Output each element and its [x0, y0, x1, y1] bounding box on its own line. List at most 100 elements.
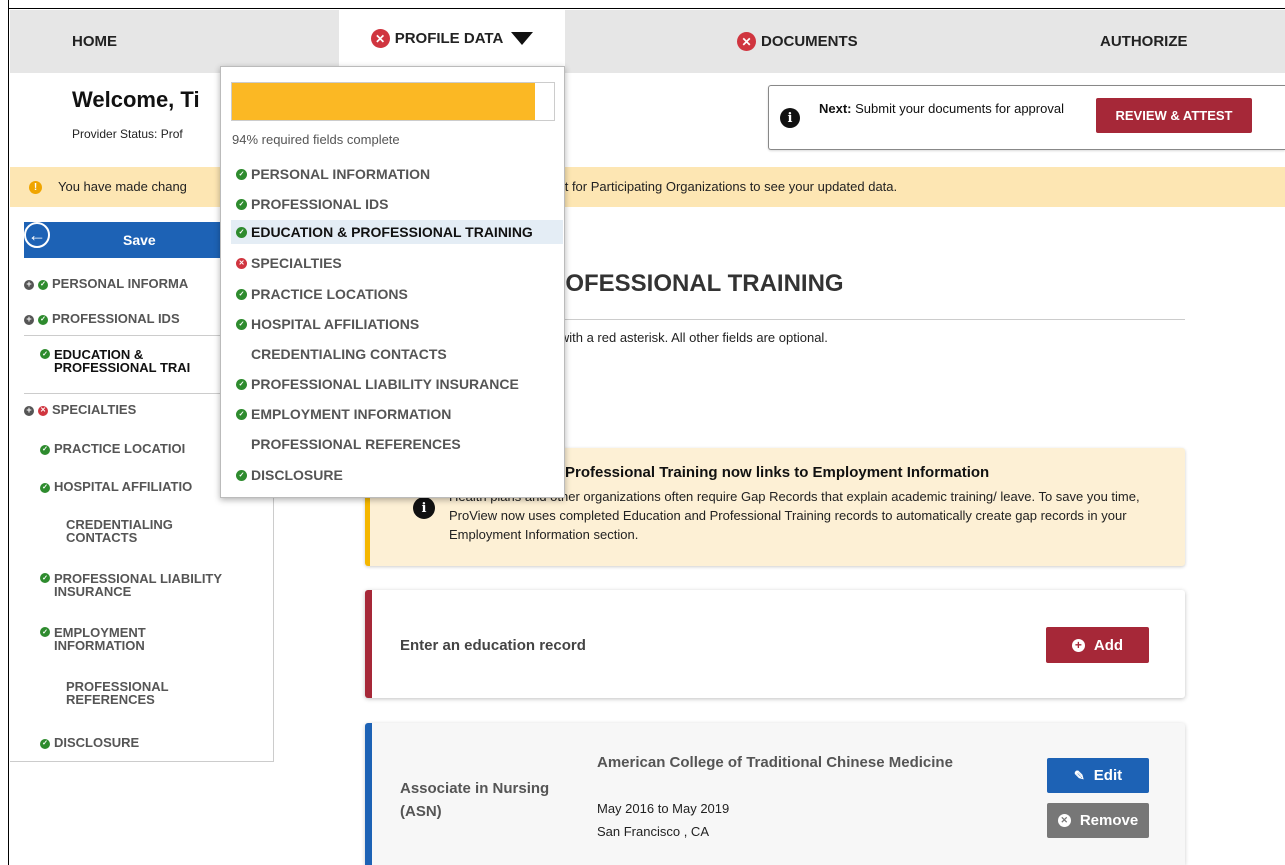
- page-title: ROFESSIONAL TRAINING: [548, 270, 844, 297]
- save-label: Save: [123, 232, 156, 248]
- nav-authorize[interactable]: AUTHORIZE: [1100, 10, 1188, 73]
- check-icon: ✓: [40, 738, 50, 749]
- remove-button[interactable]: ✕ Remove: [1047, 803, 1149, 838]
- add-button[interactable]: + Add: [1046, 627, 1149, 663]
- check-icon: ✓: [40, 573, 50, 583]
- menu-item-disclosure[interactable]: ✓ DISCLOSURE: [231, 463, 563, 487]
- record-dates: May 2016 to May 2019: [597, 801, 730, 816]
- add-button-label: Add: [1093, 636, 1124, 654]
- check-icon: ✓: [236, 318, 247, 330]
- check-icon: ✓: [236, 226, 247, 238]
- warning-text-left: You have made chang: [58, 179, 187, 194]
- progress-text: 94% required fields complete: [232, 132, 400, 147]
- menu-item-label: HOSPITAL AFFILIATIONS: [251, 316, 420, 332]
- sidebar-item-label: PROFESSIONAL LIABILITY INSURANCE: [54, 571, 222, 599]
- progress-bar: [231, 82, 555, 121]
- next-step-text: Next: Submit your documents for approval: [819, 100, 1089, 117]
- check-icon: ✓: [40, 482, 50, 493]
- check-icon: ✓: [38, 314, 48, 325]
- menu-item-label: SPECIALTIES: [251, 255, 342, 271]
- nav-documents-label: DOCUMENTS: [761, 33, 858, 50]
- sidebar-item-credentialing-contacts[interactable]: CREDENTIALING CONTACTS: [24, 518, 274, 544]
- expand-icon[interactable]: +: [24, 405, 34, 416]
- error-icon: ✕: [370, 29, 390, 48]
- sidebar-item-label: PROFESSIONAL IDS: [52, 311, 180, 326]
- back-arrow-icon[interactable]: ←: [24, 222, 50, 248]
- check-icon: ✓: [236, 378, 247, 390]
- menu-item-label: PROFESSIONAL IDS: [251, 196, 389, 212]
- nav-profile-data[interactable]: ✕ PROFILE DATA: [339, 10, 565, 67]
- menu-item-label: PERSONAL INFORMATION: [251, 166, 431, 182]
- menu-item-liability-insurance[interactable]: ✓ PROFESSIONAL LIABILITY INSURANCE: [231, 372, 563, 396]
- menu-item-label: EMPLOYMENT INFORMATION: [251, 406, 452, 422]
- menu-item-personal-information[interactable]: ✓ PERSONAL INFORMATION: [231, 162, 563, 186]
- review-attest-button[interactable]: REVIEW & ATTEST: [1096, 98, 1252, 133]
- menu-item-credentialing-contacts[interactable]: CREDENTIALING CONTACTS: [231, 342, 563, 366]
- edit-button-label: Edit: [1093, 767, 1123, 784]
- menu-item-label: PROFESSIONAL REFERENCES: [251, 436, 461, 452]
- nav-home[interactable]: HOME: [72, 10, 117, 73]
- error-icon: ✕: [38, 405, 48, 416]
- menu-item-employment-information[interactable]: ✓ EMPLOYMENT INFORMATION: [231, 402, 563, 426]
- top-nav: HOME ✕ PROFILE DATA ✕ DOCUMENTS AUTHORIZ…: [10, 10, 1285, 73]
- next-label: Next:: [819, 101, 852, 116]
- window-frame-top: [0, 0, 1285, 9]
- check-icon: ✓: [40, 627, 50, 637]
- plus-icon: +: [1071, 638, 1085, 652]
- sidebar-item-label: PROFESSIONAL REFERENCES: [66, 679, 169, 707]
- warning-banner: ! You have made chang u must attest for P…: [10, 167, 1285, 207]
- menu-item-hospital-affiliations[interactable]: ✓ HOSPITAL AFFILIATIONS: [231, 312, 563, 336]
- progress-bar-fill: [232, 83, 535, 120]
- provider-status: Provider Status: Prof: [72, 127, 183, 141]
- sidebar-item-employment-information[interactable]: ✓ EMPLOYMENT INFORMATION: [24, 626, 274, 652]
- pencil-icon: ✎: [1073, 767, 1085, 783]
- education-record-entry-card: Enter an education record + Add: [365, 590, 1185, 698]
- info-icon: i: [780, 108, 800, 128]
- sidebar-item-label: DISCLOSURE: [54, 735, 140, 750]
- check-icon: ✓: [38, 279, 48, 290]
- menu-item-professional-ids[interactable]: ✓ PROFESSIONAL IDS: [231, 192, 563, 216]
- sidebar-item-label: EDUCATION & PROFESSIONAL TRAI: [54, 347, 191, 375]
- expand-icon[interactable]: +: [24, 314, 34, 325]
- edit-button[interactable]: ✎ Edit: [1047, 758, 1149, 793]
- nav-documents[interactable]: ✕ DOCUMENTS: [737, 10, 858, 73]
- sidebar-item-liability-insurance[interactable]: ✓ PROFESSIONAL LIABILITY INSURANCE: [24, 572, 274, 598]
- menu-item-label: EDUCATION & PROFESSIONAL TRAINING: [251, 224, 533, 240]
- check-icon: ✓: [40, 349, 50, 359]
- sidebar-item-label: EMPLOYMENT INFORMATION: [54, 625, 146, 653]
- next-description: Submit your documents for approval: [851, 101, 1064, 116]
- menu-item-label: CREDENTIALING CONTACTS: [251, 346, 447, 362]
- nav-profile-data-label: PROFILE DATA: [394, 30, 504, 47]
- menu-item-label: PROFESSIONAL LIABILITY INSURANCE: [251, 376, 519, 392]
- info-icon: i: [413, 497, 435, 519]
- sidebar-item-label: CREDENTIALING CONTACTS: [66, 517, 173, 545]
- profile-data-dropdown: 94% required fields complete ✓ PERSONAL I…: [220, 66, 565, 498]
- required-fields-note: d with a red asterisk. All other fields …: [549, 330, 828, 345]
- menu-item-professional-references[interactable]: PROFESSIONAL REFERENCES: [231, 432, 563, 456]
- check-icon: ✓: [236, 408, 247, 420]
- sidebar-item-label: HOSPITAL AFFILIATIO: [54, 479, 193, 494]
- education-record-prompt: Enter an education record: [400, 637, 586, 654]
- menu-item-label: PRACTICE LOCATIONS: [251, 286, 408, 302]
- education-record-card: Associate in Nursing (ASN) American Coll…: [365, 723, 1185, 865]
- error-icon: ✕: [737, 32, 756, 51]
- window-frame-left: [0, 0, 9, 865]
- info-notice-title: Professional Training now links to Emplo…: [565, 464, 990, 481]
- record-degree: Associate in Nursing (ASN): [400, 780, 550, 820]
- check-icon: ✓: [236, 198, 247, 210]
- menu-item-practice-locations[interactable]: ✓ PRACTICE LOCATIONS: [231, 282, 563, 306]
- sidebar-item-professional-references[interactable]: PROFESSIONAL REFERENCES: [24, 680, 274, 706]
- record-school: American College of Traditional Chinese …: [597, 754, 953, 771]
- next-step-box: i Next: Submit your documents for approv…: [768, 85, 1285, 150]
- sidebar-item-label: SPECIALTIES: [52, 402, 137, 417]
- expand-icon[interactable]: +: [24, 279, 34, 290]
- check-icon: ✓: [236, 168, 247, 180]
- menu-item-specialties[interactable]: ✕ SPECIALTIES: [231, 251, 563, 275]
- caret-down-icon: [511, 32, 534, 45]
- sidebar-item-disclosure[interactable]: ✓ DISCLOSURE: [24, 736, 274, 749]
- check-icon: ✓: [40, 444, 50, 455]
- remove-button-label: Remove: [1079, 812, 1139, 829]
- error-icon: ✕: [236, 257, 247, 269]
- menu-item-education[interactable]: ✓ EDUCATION & PROFESSIONAL TRAINING: [231, 220, 563, 244]
- remove-icon: ✕: [1057, 814, 1071, 827]
